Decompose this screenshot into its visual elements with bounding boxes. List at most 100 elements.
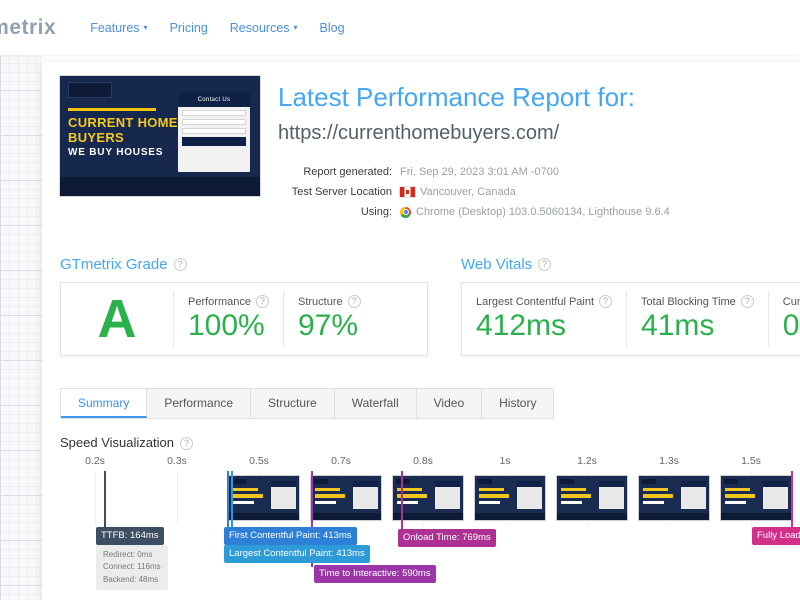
page-title: Latest Performance Report for: bbox=[278, 82, 635, 112]
metric-label: Total Blocking Time ? bbox=[641, 295, 754, 308]
filmstrip-frame bbox=[720, 475, 792, 521]
report-info: Latest Performance Report for: https://c… bbox=[278, 76, 670, 222]
onload-badge: Onload Time: 769ms bbox=[398, 529, 496, 547]
server-location-value: Vancouver, Canada bbox=[420, 186, 516, 198]
help-icon[interactable]: ? bbox=[173, 258, 187, 271]
filmstrip-frame bbox=[474, 475, 546, 521]
tti-badge: Time to Interactive: 590ms bbox=[314, 565, 436, 583]
thumbnail-heading-line: CURRENT HOME bbox=[68, 114, 178, 130]
filmstrip-frame bbox=[310, 475, 382, 521]
report-meta-row: Report generated: Fri, Sep 29, 2023 3:01… bbox=[278, 162, 670, 182]
top-nav: GTmetrix Features ▾ Pricing Resources ▾ … bbox=[0, 0, 800, 55]
nav-item-resources[interactable]: Resources ▾ bbox=[230, 21, 298, 35]
meta-label: Test Server Location bbox=[291, 186, 392, 198]
chevron-down-icon: ▾ bbox=[293, 23, 298, 32]
meta-value: Chrome (Desktop) 103.0.5060134, Lighthou… bbox=[400, 202, 670, 222]
backend-time: Backend: 48ms bbox=[103, 574, 159, 584]
nav-item-label: Features bbox=[90, 20, 140, 35]
filmstrip-frame-image bbox=[310, 475, 382, 521]
time-label: 0.8s bbox=[413, 455, 433, 525]
report-card: CURRENT HOME BUYERS WE BUY HOUSES Contac… bbox=[42, 62, 800, 600]
onload-marker-line bbox=[401, 471, 403, 529]
lcp-badge: Largest Contentful Paint: 413ms bbox=[224, 545, 370, 563]
performance-metric: Performance ? 100% bbox=[174, 295, 283, 343]
tbt-metric: Total Blocking Time ? 41ms bbox=[627, 295, 768, 343]
speed-timeline: 0.2s 0.3s 0.5s 0.7s 0.8s 1s 1.2s 1.3s 1.… bbox=[60, 455, 800, 595]
filmstrip-frame-image bbox=[638, 475, 710, 521]
nav-item-pricing[interactable]: Pricing bbox=[170, 21, 208, 35]
filmstrip-frame-image bbox=[474, 475, 546, 521]
nav-item-features[interactable]: Features ▾ bbox=[90, 21, 147, 35]
tab-waterfall[interactable]: Waterfall bbox=[335, 389, 417, 418]
browser-value: Chrome (Desktop) 103.0.5060134, Lighthou… bbox=[416, 206, 670, 218]
site-screenshot-thumbnail: CURRENT HOME BUYERS WE BUY HOUSES Contac… bbox=[60, 76, 260, 196]
time-label: 1.3s bbox=[659, 455, 679, 525]
thumbnail-heading-line: BUYERS bbox=[68, 129, 124, 145]
nav-item-label: Resources bbox=[229, 20, 290, 35]
tab-performance[interactable]: Performance bbox=[147, 389, 252, 418]
metric-label-text: Cumulative Layout Shift bbox=[782, 295, 800, 308]
thumbnail-form-title: Contact Us bbox=[178, 92, 250, 108]
web-vitals-title: Web Vitals ? bbox=[461, 256, 800, 273]
report-meta-row: Using: Chrome (Desktop) 103.0.5060134, L… bbox=[278, 202, 670, 222]
metric-label: Performance ? bbox=[188, 295, 269, 308]
nav-item-blog[interactable]: Blog bbox=[320, 21, 345, 35]
nav-item-label: Blog bbox=[319, 20, 345, 35]
web-vitals-card: Largest Contentful Paint ? 412ms Total B… bbox=[461, 282, 800, 356]
meta-label: Using: bbox=[360, 206, 392, 218]
ttfb-badge: TTFB: 164ms bbox=[96, 527, 164, 545]
web-vitals-section: Web Vitals ? Largest Contentful Paint ? … bbox=[461, 256, 800, 356]
speed-visualization-title-text: Speed Visualization bbox=[60, 435, 174, 450]
scores-section: GTmetrix Grade ? A Performance ? 100% St… bbox=[42, 256, 800, 356]
thumbnail-form-button bbox=[182, 137, 246, 147]
tab-history[interactable]: History bbox=[482, 389, 553, 418]
thumbnail-form-field bbox=[182, 119, 246, 126]
canada-flag-icon bbox=[400, 187, 415, 197]
help-icon[interactable]: ? bbox=[255, 295, 269, 308]
help-icon[interactable]: ? bbox=[740, 295, 754, 308]
redirect-time: Redirect: 0ms bbox=[103, 550, 153, 559]
speed-visualization-title: Speed Visualization ? bbox=[60, 435, 800, 451]
tab-summary[interactable]: Summary bbox=[61, 389, 148, 418]
meta-label: Report generated: bbox=[303, 166, 392, 178]
gtmetrix-grade-section: GTmetrix Grade ? A Performance ? 100% St… bbox=[60, 256, 443, 356]
thumbnail-site-logo bbox=[68, 82, 112, 98]
thumbnail-footer-strip bbox=[60, 176, 260, 196]
fcp-marker-line bbox=[227, 471, 229, 529]
help-icon[interactable]: ? bbox=[179, 436, 193, 450]
time-label: 0.3s bbox=[167, 455, 187, 525]
metric-label-text: Performance bbox=[188, 295, 251, 308]
thumbnail-form-field bbox=[182, 110, 246, 117]
tab-video[interactable]: Video bbox=[417, 389, 483, 418]
filmstrip-frame bbox=[556, 475, 628, 521]
thumbnail-contact-form: Contact Us bbox=[178, 92, 250, 172]
help-icon[interactable]: ? bbox=[599, 295, 613, 308]
structure-value: 97% bbox=[297, 309, 359, 342]
time-label: 0.5s bbox=[249, 455, 269, 525]
time-label: 1.2s bbox=[577, 455, 597, 525]
tbt-value: 41ms bbox=[641, 309, 715, 342]
gtmetrix-logo[interactable]: GTmetrix bbox=[0, 16, 56, 40]
filmstrip-frame-image bbox=[228, 475, 300, 521]
web-vitals-title-text: Web Vitals bbox=[461, 256, 533, 273]
help-icon[interactable]: ? bbox=[538, 258, 552, 271]
grade-section-title-text: GTmetrix Grade bbox=[60, 256, 168, 273]
filmstrip-frame bbox=[228, 475, 300, 521]
cls-value: 0 bbox=[782, 309, 800, 342]
background-grid-pattern bbox=[0, 0, 42, 600]
chevron-down-icon: ▾ bbox=[143, 23, 148, 32]
meta-value: Fri, Sep 29, 2023 3:01 AM -0700 bbox=[400, 162, 559, 182]
report-header: CURRENT HOME BUYERS WE BUY HOUSES Contac… bbox=[42, 62, 800, 222]
chrome-icon bbox=[400, 206, 411, 218]
report-generated-value: Fri, Sep 29, 2023 3:01 AM -0700 bbox=[400, 166, 559, 178]
tab-structure[interactable]: Structure bbox=[251, 389, 335, 418]
grade-card: A Performance ? 100% Structure ? 97% bbox=[60, 282, 428, 356]
report-meta-row: Test Server Location Vancouver, Canada bbox=[278, 182, 670, 202]
metric-label-text: Largest Contentful Paint bbox=[476, 295, 595, 308]
nav-links: Features ▾ Pricing Resources ▾ Blog bbox=[90, 21, 344, 35]
lcp-value: 412ms bbox=[476, 309, 567, 342]
cls-metric: Cumulative Layout Shift ? 0 bbox=[769, 295, 800, 343]
report-url: https://currenthomebuyers.com/ bbox=[278, 122, 560, 144]
filmstrip-frame bbox=[638, 475, 710, 521]
help-icon[interactable]: ? bbox=[347, 295, 361, 308]
